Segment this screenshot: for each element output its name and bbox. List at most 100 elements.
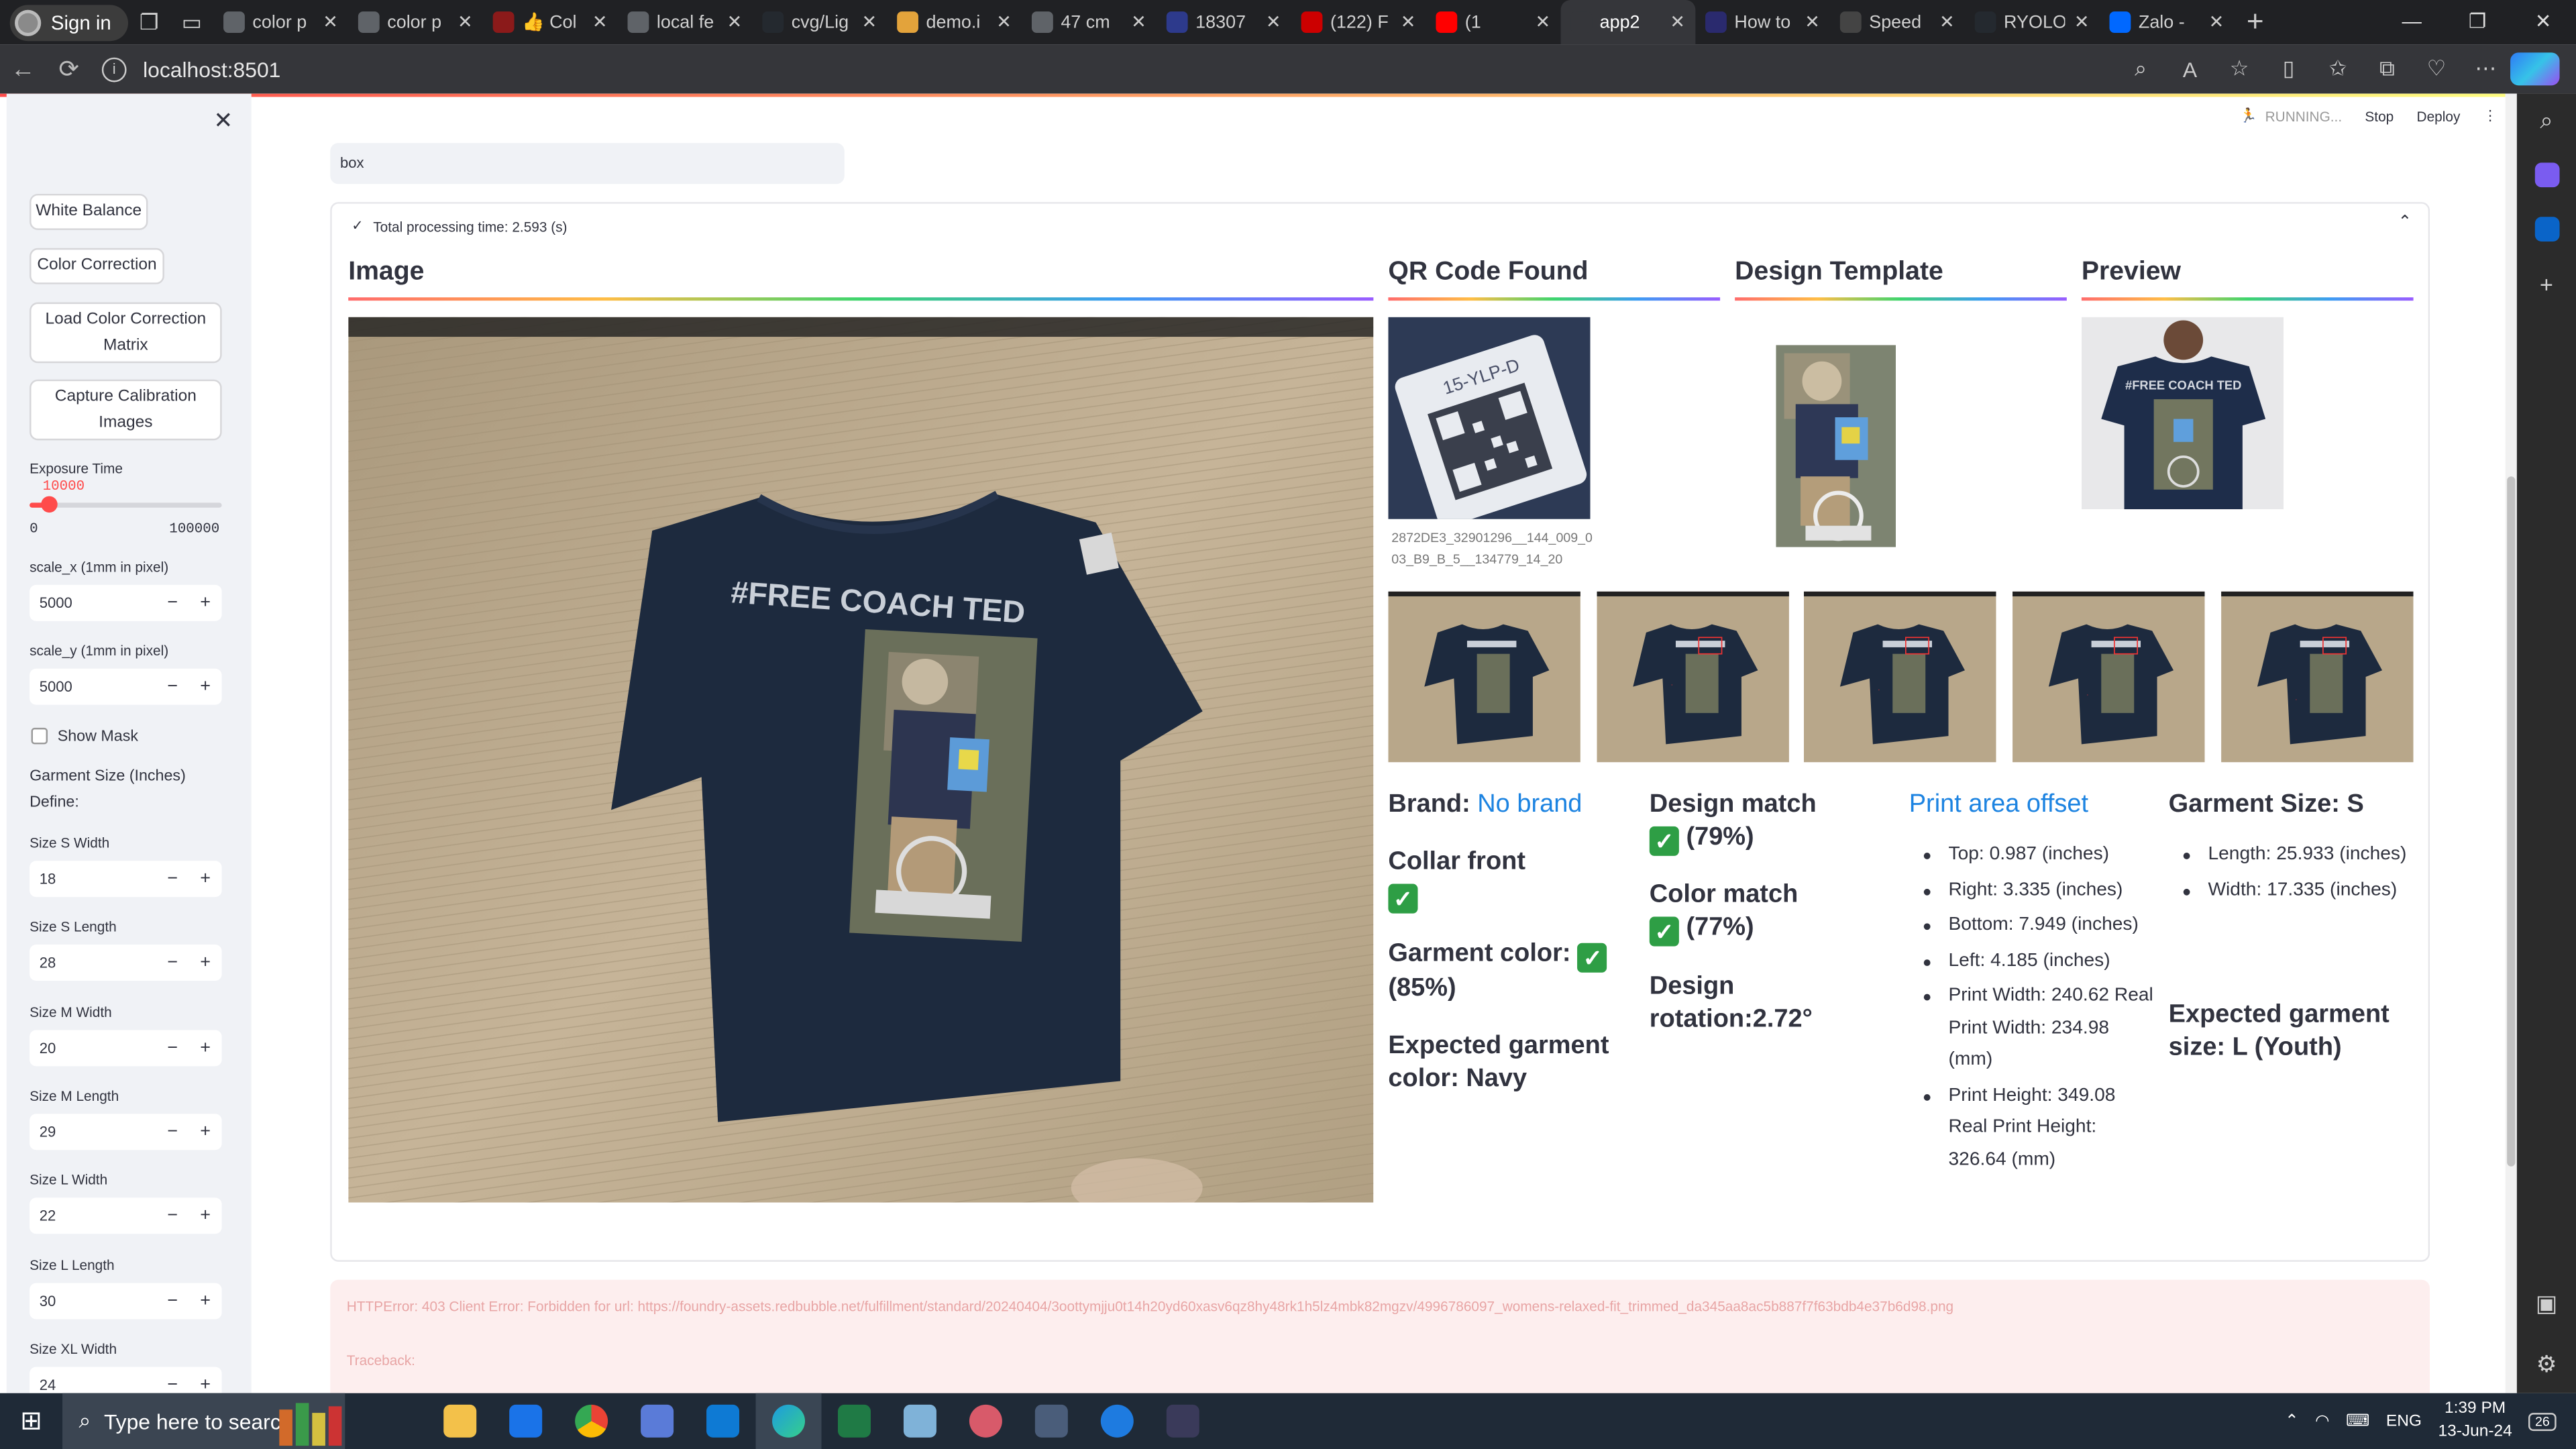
- show-mask-checkbox[interactable]: [31, 727, 48, 745]
- size-input[interactable]: 18 − +: [30, 861, 222, 898]
- size-value[interactable]: 18: [30, 871, 156, 887]
- decrement-button[interactable]: −: [156, 677, 189, 696]
- increment-button[interactable]: +: [189, 593, 222, 612]
- increment-button[interactable]: +: [189, 1122, 222, 1141]
- close-tab-icon[interactable]: ✕: [2209, 11, 2224, 33]
- scale-x-value[interactable]: 5000: [30, 595, 156, 611]
- copilot-side-icon[interactable]: [2517, 148, 2576, 202]
- close-tab-icon[interactable]: ✕: [1401, 11, 1416, 33]
- decrement-button[interactable]: −: [156, 953, 189, 973]
- decrement-button[interactable]: −: [156, 1291, 189, 1310]
- capture-calibration-button[interactable]: Capture Calibration Images: [30, 379, 222, 441]
- minimize-icon[interactable]: —: [2379, 0, 2445, 44]
- browser-tab[interactable]: RYOLO ✕: [1964, 0, 2099, 44]
- back-icon[interactable]: ←: [0, 55, 46, 83]
- clock[interactable]: 1:39 PM 13-Jun-24: [2438, 1398, 2512, 1444]
- browser-tab[interactable]: demo.i ✕: [887, 0, 1022, 44]
- zoom-icon[interactable]: ⌕: [2116, 56, 2165, 82]
- decrement-button[interactable]: −: [156, 1375, 189, 1393]
- search-highlight-icon[interactable]: [279, 1397, 361, 1446]
- favorites-icon[interactable]: ✩: [2313, 56, 2362, 82]
- increment-button[interactable]: +: [189, 869, 222, 889]
- close-tab-icon[interactable]: ✕: [1536, 11, 1551, 33]
- chevron-up-icon[interactable]: ⌃: [2285, 1412, 2299, 1430]
- outlook-icon[interactable]: [2517, 202, 2576, 256]
- size-input[interactable]: 29 − +: [30, 1114, 222, 1150]
- size-value[interactable]: 22: [30, 1208, 156, 1224]
- size-input[interactable]: 22 − +: [30, 1197, 222, 1234]
- tab-actions-icon[interactable]: ▭: [170, 4, 213, 40]
- exposure-slider[interactable]: [30, 502, 222, 508]
- close-tab-icon[interactable]: ✕: [2074, 11, 2090, 33]
- split-screen-icon[interactable]: ▯: [2264, 56, 2313, 82]
- url-field[interactable]: i localhost:8501: [101, 56, 281, 82]
- browser-tab[interactable]: 47 cm ✕: [1022, 0, 1157, 44]
- browser-essentials-icon[interactable]: ♡: [2412, 56, 2461, 82]
- increment-button[interactable]: +: [189, 1291, 222, 1310]
- increment-button[interactable]: +: [189, 1206, 222, 1226]
- browser-tab[interactable]: (122) F ✕: [1291, 0, 1426, 44]
- add-icon[interactable]: +: [2517, 256, 2576, 311]
- browser-tab[interactable]: local fe ✕: [617, 0, 752, 44]
- store-icon[interactable]: [493, 1393, 559, 1449]
- new-tab-icon[interactable]: +: [2234, 5, 2277, 39]
- size-value[interactable]: 29: [30, 1124, 156, 1140]
- vscode-icon[interactable]: [690, 1393, 756, 1449]
- search-input[interactable]: box: [330, 143, 845, 184]
- close-tab-icon[interactable]: ✕: [1805, 11, 1820, 33]
- refresh-icon[interactable]: ⟳: [46, 54, 93, 84]
- notepad-icon[interactable]: [887, 1393, 953, 1449]
- size-input[interactable]: 20 − +: [30, 1029, 222, 1066]
- search-icon[interactable]: ⌕: [2517, 94, 2576, 148]
- browser-tab[interactable]: app2 ✕: [1560, 0, 1695, 45]
- browser-tab[interactable]: 18307 ✕: [1156, 0, 1291, 44]
- collections-icon[interactable]: ⧉: [2363, 56, 2412, 82]
- page-scrollbar[interactable]: [2505, 93, 2517, 1393]
- close-tab-icon[interactable]: ✕: [592, 11, 608, 33]
- increment-button[interactable]: +: [189, 677, 222, 696]
- load-ccm-button[interactable]: Load Color Correction Matrix: [30, 302, 222, 364]
- deploy-button[interactable]: Deploy: [2417, 107, 2461, 123]
- decrement-button[interactable]: −: [156, 1206, 189, 1226]
- increment-button[interactable]: +: [189, 1375, 222, 1393]
- close-tab-icon[interactable]: ✕: [1939, 11, 1955, 33]
- decrement-button[interactable]: −: [156, 1038, 189, 1057]
- close-tab-icon[interactable]: ✕: [323, 11, 338, 33]
- close-tab-icon[interactable]: ✕: [861, 11, 877, 33]
- collapse-icon[interactable]: ⌃: [2398, 213, 2412, 231]
- read-aloud-icon[interactable]: A: [2165, 56, 2214, 81]
- close-window-icon[interactable]: ✕: [2510, 0, 2576, 44]
- size-value[interactable]: 24: [30, 1377, 156, 1393]
- browser-tab[interactable]: color p ✕: [213, 0, 348, 44]
- windows-start-icon[interactable]: ⊞: [0, 1405, 62, 1438]
- decrement-button[interactable]: −: [156, 869, 189, 889]
- screenshot-icon[interactable]: ▣: [2517, 1277, 2576, 1331]
- browser-tab[interactable]: Zalo - ✕: [2099, 0, 2234, 44]
- main-menu-icon[interactable]: ⋮: [2483, 107, 2498, 125]
- browser-tab[interactable]: 👍 Col ✕: [482, 0, 617, 44]
- wifi-icon[interactable]: ◠: [2315, 1412, 2329, 1430]
- favorite-star-icon[interactable]: ☆: [2214, 56, 2263, 82]
- size-input[interactable]: 28 − +: [30, 945, 222, 981]
- scale-y-value[interactable]: 5000: [30, 678, 156, 694]
- increment-button[interactable]: +: [189, 953, 222, 973]
- browser-tab[interactable]: (1 ✕: [1426, 0, 1560, 44]
- close-tab-icon[interactable]: ✕: [1131, 11, 1146, 33]
- excel-icon[interactable]: [822, 1393, 888, 1449]
- close-tab-icon[interactable]: ✕: [1670, 11, 1685, 33]
- file-explorer-icon[interactable]: [427, 1393, 493, 1449]
- zalo-icon[interactable]: [1084, 1393, 1150, 1449]
- calculator-icon[interactable]: [1018, 1393, 1084, 1449]
- color-correction-button[interactable]: Color Correction: [30, 248, 164, 284]
- close-tab-icon[interactable]: ✕: [458, 11, 473, 33]
- decrement-button[interactable]: −: [156, 593, 189, 612]
- sign-in-button[interactable]: Sign in: [9, 4, 128, 41]
- size-input[interactable]: 24 − +: [30, 1366, 222, 1393]
- scale-x-input[interactable]: 5000 − +: [30, 584, 222, 621]
- keyboard-icon[interactable]: ⌨: [2346, 1412, 2369, 1430]
- snipping-icon[interactable]: [953, 1393, 1018, 1449]
- size-value[interactable]: 30: [30, 1292, 156, 1308]
- browser-tab[interactable]: color p ✕: [347, 0, 482, 44]
- browser-tab[interactable]: Speed ✕: [1829, 0, 1964, 44]
- browser-tab[interactable]: cvg/Lig ✕: [752, 0, 887, 44]
